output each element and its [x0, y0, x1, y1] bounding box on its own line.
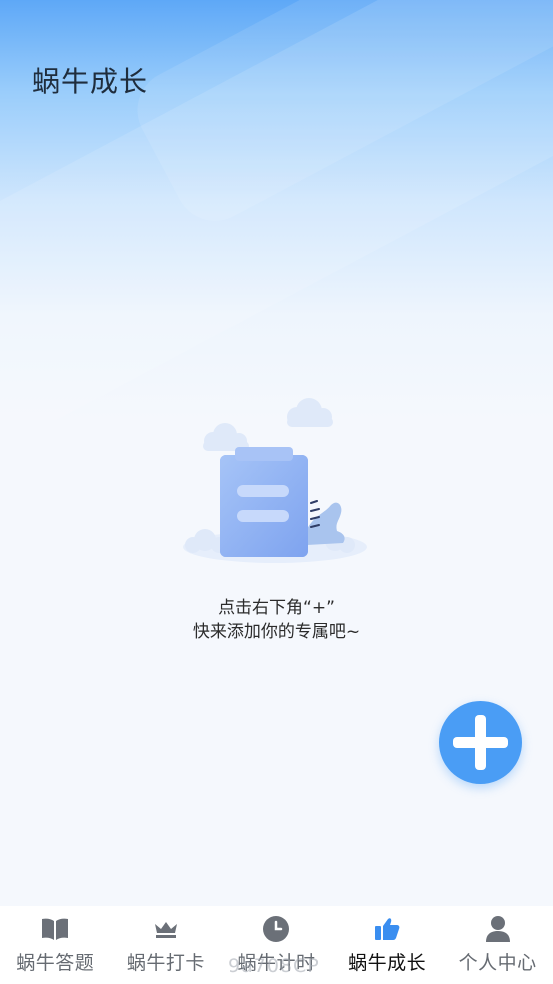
tab-label: 个人中心	[458, 952, 537, 974]
bottom-tab-bar: 蜗牛答题 蜗牛打卡 蜗牛计时 蜗牛成长 个人中心	[0, 906, 553, 984]
tab-growth[interactable]: 蜗牛成长	[332, 906, 443, 984]
tab-timer[interactable]: 蜗牛计时	[221, 906, 332, 984]
tab-checkin[interactable]: 蜗牛打卡	[111, 906, 222, 984]
book-icon	[40, 914, 70, 944]
tab-answer[interactable]: 蜗牛答题	[0, 906, 111, 984]
empty-state-illustration	[175, 395, 375, 575]
tab-label: 蜗牛计时	[237, 952, 316, 974]
person-icon	[483, 914, 513, 944]
clock-icon	[261, 914, 291, 944]
add-button[interactable]	[439, 701, 522, 784]
tab-label: 蜗牛成长	[348, 952, 427, 974]
tab-label: 蜗牛打卡	[126, 952, 205, 974]
page-title: 蜗牛成长	[32, 65, 149, 98]
tab-label: 蜗牛答题	[16, 952, 95, 974]
empty-state-hint: 点击右下角“+”	[218, 598, 335, 618]
crown-icon	[151, 914, 181, 944]
tab-profile[interactable]: 个人中心	[442, 906, 553, 984]
thumbs-up-icon	[372, 914, 402, 944]
empty-state-subhint: 快来添加你的专属吧~	[192, 622, 361, 642]
